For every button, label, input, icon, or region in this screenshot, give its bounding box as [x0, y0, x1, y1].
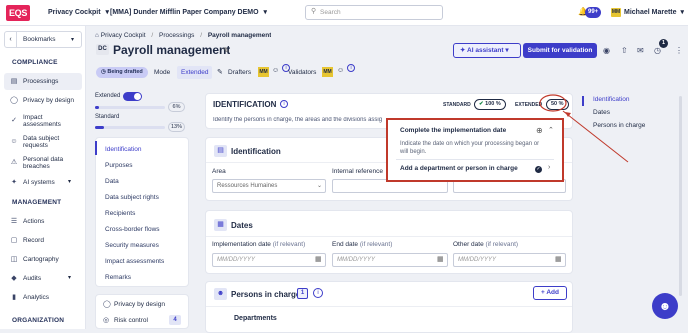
highlight-ellipse — [539, 94, 567, 112]
annotation-overlay — [539, 94, 629, 163]
annotation-arrow — [562, 110, 629, 163]
help-chat-button[interactable]: ☻ — [652, 293, 678, 319]
